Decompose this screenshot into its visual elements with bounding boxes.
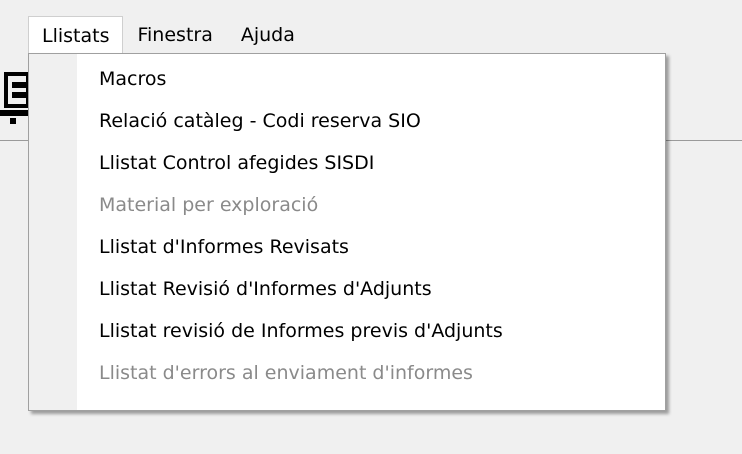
printer-icon[interactable] <box>0 66 28 132</box>
menu-item-material-exploracio: Material per exploració <box>99 194 319 216</box>
menu-item-informes-revisats[interactable]: Llistat d'Informes Revisats <box>29 226 665 268</box>
menu-bar: Llistats Finestra Ajuda <box>28 16 309 54</box>
menu-item-list: Macros Relació catàleg - Codi reserva SI… <box>29 58 665 394</box>
menu-llistats[interactable]: Llistats <box>28 16 124 54</box>
menu-finestra[interactable]: Finestra <box>123 16 226 54</box>
llistats-dropdown-menu: Macros Relació catàleg - Codi reserva SI… <box>28 53 666 411</box>
menu-item-macros[interactable]: Macros <box>29 58 665 100</box>
menu-ajuda[interactable]: Ajuda <box>227 16 309 54</box>
menu-item-relacio-cataleg[interactable]: Relació catàleg - Codi reserva SIO <box>29 100 665 142</box>
menu-item-errors-enviament: Llistat d'errors al enviament d'informes <box>99 362 473 384</box>
menu-item-revisio-informes-adjunts[interactable]: Llistat Revisió d'Informes d'Adjunts <box>29 268 665 310</box>
menu-item-control-afegides-sisdi[interactable]: Llistat Control afegides SISDI <box>29 142 665 184</box>
menu-item-revisio-informes-previs[interactable]: Llistat revisió de Informes previs d'Adj… <box>29 310 665 352</box>
